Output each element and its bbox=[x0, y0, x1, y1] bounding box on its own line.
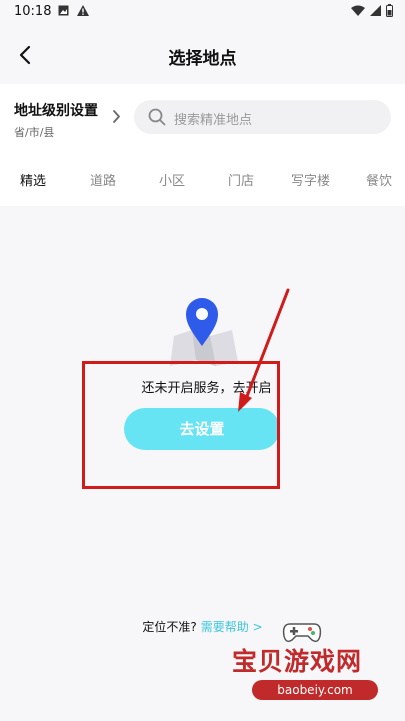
watermark-url: baobeiy.com bbox=[252, 680, 378, 700]
tab-roads[interactable]: 道路 bbox=[90, 170, 116, 189]
tab-featured[interactable]: 精选 bbox=[20, 170, 46, 189]
address-level-title: 地址级别设置 bbox=[14, 103, 98, 119]
signal-icon bbox=[370, 5, 381, 16]
wifi-icon bbox=[351, 5, 365, 16]
status-bar: 10:18 bbox=[0, 0, 405, 26]
category-tabs: 精选 道路 小区 门店 写字楼 餐饮 bbox=[0, 150, 405, 206]
watermark-title: 宝贝游戏网 bbox=[232, 647, 363, 676]
search-input[interactable]: 搜索精准地点 bbox=[134, 100, 391, 134]
gamepad-logo-icon bbox=[282, 623, 322, 643]
image-notification-icon bbox=[58, 5, 69, 16]
map-pin-illustration-icon bbox=[170, 298, 238, 366]
page-title: 选择地点 bbox=[168, 49, 237, 69]
tab-communities[interactable]: 小区 bbox=[159, 170, 185, 189]
chevron-right-icon[interactable] bbox=[112, 109, 121, 124]
top-bar: 选择地点 bbox=[0, 26, 405, 84]
annotation-arrow-icon bbox=[238, 288, 290, 412]
battery-icon bbox=[386, 4, 393, 17]
search-placeholder: 搜索精准地点 bbox=[174, 113, 253, 128]
warning-icon bbox=[77, 5, 89, 16]
site-watermark: 宝贝游戏网 baobeiy.com bbox=[226, 616, 400, 716]
tab-dining[interactable]: 餐饮 bbox=[366, 170, 392, 189]
status-notification-icons bbox=[58, 5, 89, 16]
address-level-subtitle: 省/市/县 bbox=[14, 126, 55, 139]
tab-office-buildings[interactable]: 写字楼 bbox=[291, 170, 330, 189]
search-icon bbox=[148, 108, 166, 126]
address-level-setting[interactable]: 地址级别设置 省/市/县 bbox=[14, 100, 98, 140]
status-time: 10:18 bbox=[14, 4, 52, 19]
inaccurate-location-question: 定位不准? bbox=[142, 620, 197, 634]
address-search-row: 地址级别设置 省/市/县 搜索精准地点 bbox=[0, 84, 405, 150]
status-system-icons bbox=[351, 4, 393, 17]
tab-stores[interactable]: 门店 bbox=[228, 170, 254, 189]
